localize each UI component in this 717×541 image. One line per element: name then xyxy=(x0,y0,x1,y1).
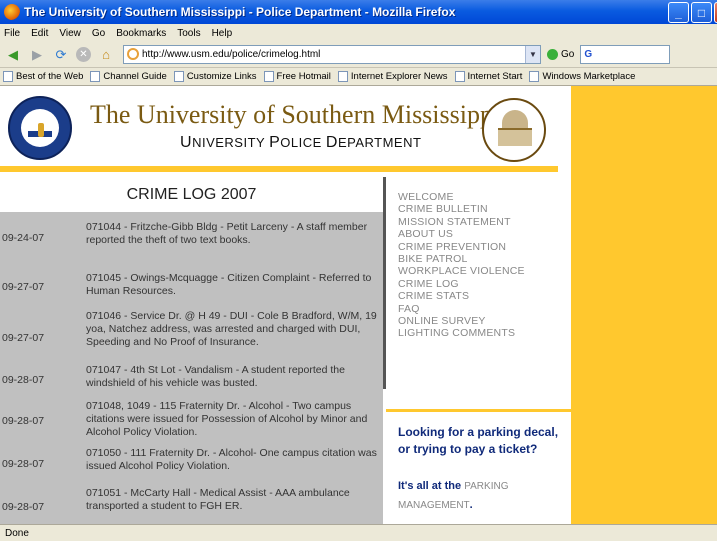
entry-date: 09-24-07 xyxy=(2,232,45,244)
status-bar: Done xyxy=(0,524,717,541)
nav-list: WELCOME CRIME BULLETIN MISSION STATEMENT… xyxy=(398,191,525,340)
header-divider xyxy=(0,166,558,172)
nav-about-us[interactable]: ABOUT US xyxy=(398,228,525,240)
page-icon xyxy=(263,71,274,82)
menu-help[interactable]: Help xyxy=(212,28,233,39)
forward-icon[interactable]: ▶ xyxy=(28,46,46,64)
navigation-toolbar: ◀ ▶ ⟳ ✕ ⌂ http://www.usm.edu/police/crim… xyxy=(0,42,717,68)
bookmark-item[interactable]: Internet Start xyxy=(454,71,522,82)
department-name: UNIVERSITY POLICE DEPARTMENT xyxy=(180,134,422,151)
parking-answer: It's all at the PARKING MANAGEMENT. xyxy=(398,480,509,511)
nav-crime-prevention[interactable]: CRIME PREVENTION xyxy=(398,241,525,253)
nav-lighting-comments[interactable]: LIGHTING COMMENTS xyxy=(398,327,525,339)
entry-text: 071047 - 4th St Lot - Vandalism - A stud… xyxy=(86,364,345,389)
menu-go[interactable]: Go xyxy=(92,28,105,39)
url-bar[interactable]: http://www.usm.edu/police/crimelog.html … xyxy=(123,45,541,64)
university-seal-icon xyxy=(482,98,546,162)
bookmarks-toolbar: Best of the Web Channel Guide Customize … xyxy=(0,68,717,86)
title-bar: The University of Southern Mississippi -… xyxy=(0,0,717,24)
back-icon[interactable]: ◀ xyxy=(4,46,22,64)
menu-bar: File Edit View Go Bookmarks Tools Help xyxy=(0,24,717,42)
go-button[interactable]: Go xyxy=(561,49,574,60)
university-name: The University of Southern Mississippi xyxy=(90,100,501,129)
browser-window: The University of Southern Mississippi -… xyxy=(0,0,717,541)
bookmark-item[interactable]: Best of the Web xyxy=(3,71,83,82)
nav-online-survey[interactable]: ONLINE SURVEY xyxy=(398,315,525,327)
bookmark-item[interactable]: Internet Explorer News xyxy=(337,71,448,82)
minimize-button[interactable]: _ xyxy=(668,2,689,23)
stop-icon[interactable]: ✕ xyxy=(76,47,91,62)
yellow-background-panel xyxy=(571,86,717,524)
nav-crime-bulletin[interactable]: CRIME BULLETIN xyxy=(398,203,525,215)
entry-text: 071046 - Service Dr. @ H 49 - DUI - Cole… xyxy=(86,310,377,348)
bookmark-item[interactable]: Customize Links xyxy=(173,71,257,82)
entry-date: 09-27-07 xyxy=(2,281,45,293)
page-icon xyxy=(173,71,184,82)
url-text: http://www.usm.edu/police/crimelog.html xyxy=(142,49,321,60)
reload-icon[interactable]: ⟳ xyxy=(52,46,70,64)
site-navigation: WELCOME CRIME BULLETIN MISSION STATEMENT… xyxy=(386,177,571,524)
site-header: The University of Southern Mississippi U… xyxy=(0,86,571,172)
entry-date: 09-28-07 xyxy=(2,458,45,470)
parking-promo: Looking for a parking decal, or trying t… xyxy=(386,409,571,524)
entry-text: 071051 - McCarty Hall - Medical Assist -… xyxy=(86,487,350,512)
firefox-icon xyxy=(4,4,20,20)
status-text: Done xyxy=(5,527,29,539)
nav-faq[interactable]: FAQ xyxy=(398,303,525,315)
page-icon xyxy=(3,71,13,82)
entry-date: 09-28-07 xyxy=(2,415,45,427)
entry-text: 071045 - Owings-Mcquagge - Citizen Compl… xyxy=(86,272,372,297)
entry-text: 071044 - Fritzche-Gibb Bldg - Petit Larc… xyxy=(86,221,368,246)
page-content: The University of Southern Mississippi U… xyxy=(0,86,717,524)
maximize-button[interactable]: □ xyxy=(691,2,712,23)
page-icon xyxy=(90,71,101,82)
menu-edit[interactable]: Edit xyxy=(31,28,48,39)
nav-bike-patrol[interactable]: BIKE PATROL xyxy=(398,253,525,265)
menu-file[interactable]: File xyxy=(4,28,20,39)
nav-workplace-violence[interactable]: WORKPLACE VIOLENCE xyxy=(398,265,525,277)
crime-log-heading: CRIME LOG 2007 xyxy=(0,177,383,212)
go-icon[interactable] xyxy=(547,49,558,60)
entry-text: 071050 - 111 Fraternity Dr. - Alcohol- O… xyxy=(86,447,377,472)
nav-crime-log[interactable]: CRIME LOG xyxy=(398,278,525,290)
entry-date: 09-28-07 xyxy=(2,501,45,513)
entry-date: 09-27-07 xyxy=(2,332,45,344)
bookmark-item[interactable]: Windows Marketplace xyxy=(529,71,635,82)
nav-welcome[interactable]: WELCOME xyxy=(398,191,525,203)
nav-mission-statement[interactable]: MISSION STATEMENT xyxy=(398,216,525,228)
home-icon[interactable]: ⌂ xyxy=(97,46,115,64)
law-enforcement-seal-icon xyxy=(8,96,72,160)
url-dropdown-icon[interactable]: ▼ xyxy=(525,46,540,63)
window-title: The University of Southern Mississippi -… xyxy=(24,5,456,19)
entry-text: 071048, 1049 - 115 Fraternity Dr. - Alco… xyxy=(86,400,368,438)
entry-date: 09-28-07 xyxy=(2,374,45,386)
nav-crime-stats[interactable]: CRIME STATS xyxy=(398,290,525,302)
page-icon xyxy=(337,71,348,82)
parking-question: Looking for a parking decal, or trying t… xyxy=(398,425,559,456)
menu-bookmarks[interactable]: Bookmarks xyxy=(116,28,166,39)
bookmark-item[interactable]: Channel Guide xyxy=(90,71,167,82)
menu-tools[interactable]: Tools xyxy=(177,28,200,39)
bookmark-item[interactable]: Free Hotmail xyxy=(263,71,331,82)
page-icon xyxy=(529,71,540,82)
page-icon xyxy=(127,48,139,60)
search-input[interactable]: G xyxy=(580,45,671,64)
page-icon xyxy=(454,71,465,82)
crime-log-column: CRIME LOG 2007 09-24-07 071044 - Fritzch… xyxy=(0,177,383,524)
menu-view[interactable]: View xyxy=(59,28,81,39)
